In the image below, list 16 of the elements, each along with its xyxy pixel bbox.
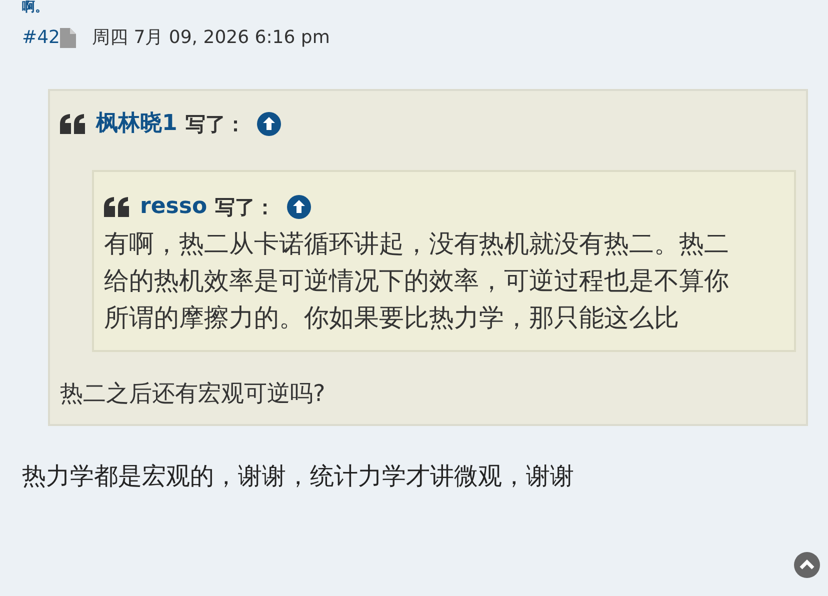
post-text: 热力学都是宏观的，谢谢，统计力学才讲微观，谢谢	[22, 461, 575, 492]
wrote-label: 写了：	[185, 110, 246, 138]
quote-mark-icon	[104, 196, 130, 216]
quote-author-link[interactable]: 枫林晓1	[96, 107, 178, 140]
post-title: 啊。	[22, 0, 48, 15]
scroll-to-top-icon[interactable]	[794, 552, 820, 578]
file-icon	[60, 28, 76, 48]
quote-text: 热二之后还有宏观可逆吗?	[60, 380, 326, 409]
arrow-up-circle-icon[interactable]	[257, 112, 282, 136]
arrow-up-circle-icon[interactable]	[287, 194, 312, 218]
quote-text: 有啊，热二从卡诺循环讲起，没有热机就没有热二。热二给的热机效率是可逆情况下的效率，可逆过程也是不算你所谓的摩擦力的。你如果要比热力学，那只能这么比	[104, 228, 730, 334]
post-date: 周四 7月 09, 2026 6:16 pm	[92, 26, 330, 50]
quote-mark-icon	[60, 114, 86, 134]
quote-author-link[interactable]: resso	[140, 190, 208, 223]
wrote-label: 写了：	[215, 194, 276, 220]
post-number-link[interactable]: #42	[22, 24, 60, 51]
